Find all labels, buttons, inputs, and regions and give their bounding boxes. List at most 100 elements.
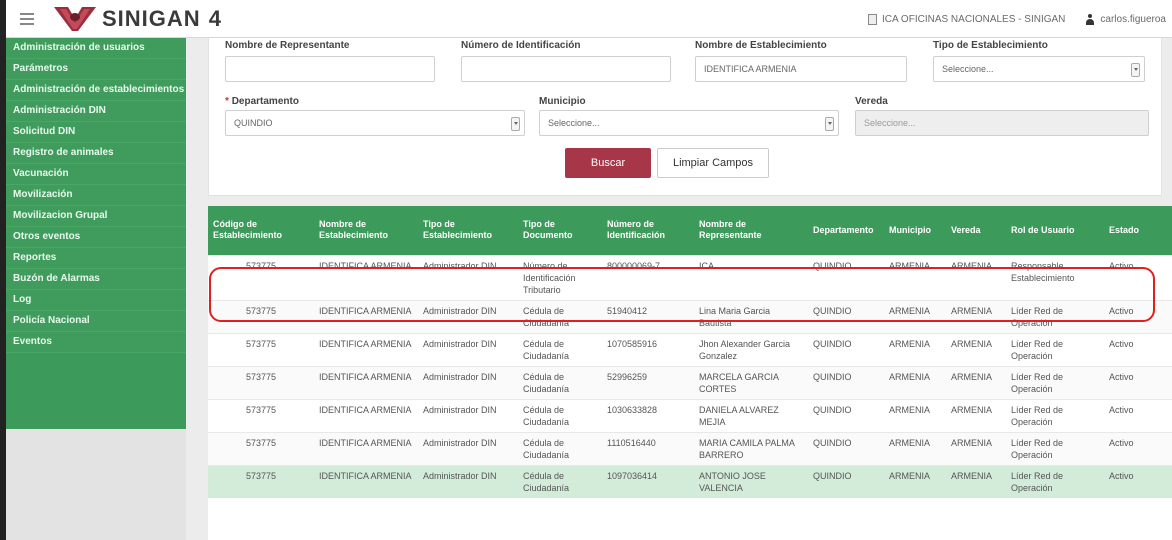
office-selector[interactable]: ICA OFICINAS NACIONALES - SINIGAN xyxy=(868,13,1066,25)
chevron-down-icon xyxy=(1131,63,1140,77)
cell-tipo-doc: Cédula de Ciudadanía xyxy=(518,332,602,366)
sidebar-item-movilizacion[interactable]: Movilización xyxy=(6,185,186,206)
sidebar-empty-area xyxy=(6,429,186,540)
required-marker: * xyxy=(225,96,229,107)
cell-codigo: 573775 xyxy=(208,332,314,366)
cell-tipo-doc: Cédula de Ciudadanía xyxy=(518,431,602,465)
id-number-input[interactable] xyxy=(461,56,671,82)
clear-fields-button[interactable]: Limpiar Campos xyxy=(657,148,769,178)
col-header-nombre-estab[interactable]: Nombre de Establecimiento xyxy=(314,206,418,255)
cell-codigo: 573775 xyxy=(208,398,314,432)
cell-rol: Líder Red de Operación xyxy=(1006,332,1104,366)
sidebar-item-reportes[interactable]: Reportes xyxy=(6,248,186,269)
cell-rol: Líder Red de Operación xyxy=(1006,464,1104,498)
sidebar-menu: Administración de usuarios Parámetros Ad… xyxy=(6,38,186,353)
sidebar-item-admin-establecimientos[interactable]: Administración de establecimientos xyxy=(6,80,186,101)
col-header-representante[interactable]: Nombre de Representante xyxy=(694,206,808,255)
col-header-num-id[interactable]: Número de Identificación xyxy=(602,206,694,255)
sidebar-item-otros-eventos[interactable]: Otros eventos xyxy=(6,227,186,248)
cell-estado: Activo xyxy=(1104,398,1172,432)
cell-representante: ANTONIO JOSE VALENCIA xyxy=(694,464,808,498)
cell-representante: DANIELA ALVAREZ MEJIA xyxy=(694,398,808,432)
cell-tipo-doc: Cédula de Ciudadanía xyxy=(518,464,602,498)
rep-name-label: Nombre de Representante xyxy=(225,40,350,51)
table-row-selected[interactable]: 573775 IDENTIFICA ARMENIA Administrador … xyxy=(208,464,1172,498)
estab-name-input[interactable]: IDENTIFICA ARMENIA xyxy=(695,56,907,82)
estab-name-label: Nombre de Establecimiento xyxy=(695,40,827,51)
col-header-rol[interactable]: Rol de Usuario xyxy=(1006,206,1104,255)
cell-tipo-estab: Administrador DIN xyxy=(418,365,518,399)
top-right-info: ICA OFICINAS NACIONALES - SINIGAN carlos… xyxy=(868,0,1166,38)
cell-codigo: 573775 xyxy=(208,365,314,399)
chevron-down-icon xyxy=(825,117,834,131)
table-row[interactable]: 573775 IDENTIFICA ARMENIA Administrador … xyxy=(208,398,1172,432)
vereda-label: Vereda xyxy=(855,96,888,107)
vereda-value: Seleccione... xyxy=(864,118,916,128)
muni-select[interactable]: Seleccione... xyxy=(539,110,839,136)
cell-num-id: 52996259 xyxy=(602,365,694,399)
cell-rol: Líder Red de Operación xyxy=(1006,431,1104,465)
dept-label-text: Departamento xyxy=(231,96,299,107)
cell-vereda: ARMENIA xyxy=(946,431,1006,465)
sidebar-item-policia-nacional[interactable]: Policía Nacional xyxy=(6,311,186,332)
col-header-estado[interactable]: Estado xyxy=(1104,206,1172,255)
app-name: SINIGAN xyxy=(102,5,201,31)
user-menu[interactable]: carlos.figueroa xyxy=(1085,13,1166,25)
sidebar-item-movilizacion-grupal[interactable]: Movilizacion Grupal xyxy=(6,206,186,227)
cell-nombre-estab: IDENTIFICA ARMENIA xyxy=(314,398,418,432)
cell-tipo-estab: Administrador DIN xyxy=(418,431,518,465)
col-header-vereda[interactable]: Vereda xyxy=(946,206,1006,255)
user-icon xyxy=(1085,13,1095,25)
rep-name-input[interactable] xyxy=(225,56,435,82)
user-name: carlos.figueroa xyxy=(1100,13,1166,25)
cell-tipo-estab: Administrador DIN xyxy=(418,464,518,498)
cell-departamento: QUINDIO xyxy=(808,464,884,498)
cell-nombre-estab: IDENTIFICA ARMENIA xyxy=(314,431,418,465)
vereda-select[interactable]: Seleccione... xyxy=(855,110,1149,136)
col-header-tipo-doc[interactable]: Tipo de Documento xyxy=(518,206,602,255)
cell-num-id: 1030633828 xyxy=(602,398,694,432)
col-header-municipio[interactable]: Municipio xyxy=(884,206,946,255)
sidebar-item-vacunacion[interactable]: Vacunación xyxy=(6,164,186,185)
dept-value: QUINDIO xyxy=(234,118,273,128)
sidebar-item-parametros[interactable]: Parámetros xyxy=(6,59,186,80)
col-header-tipo-estab[interactable]: Tipo de Establecimiento xyxy=(418,206,518,255)
col-header-departamento[interactable]: Departamento xyxy=(808,206,884,255)
table-row[interactable]: 573775 IDENTIFICA ARMENIA Administrador … xyxy=(208,431,1172,465)
hamburger-menu-icon[interactable] xyxy=(10,12,44,25)
cell-tipo-estab: Administrador DIN xyxy=(418,332,518,366)
col-header-codigo[interactable]: Código de Establecimiento xyxy=(208,206,314,255)
sidebar-item-buzon-alarmas[interactable]: Buzón de Alarmas xyxy=(6,269,186,290)
cell-nombre-estab: IDENTIFICA ARMENIA xyxy=(314,332,418,366)
sidebar-item-admin-din[interactable]: Administración DIN xyxy=(6,101,186,122)
cell-tipo-doc: Cédula de Ciudadanía xyxy=(518,365,602,399)
sidebar-item-admin-usuarios[interactable]: Administración de usuarios xyxy=(6,38,186,59)
cell-departamento: QUINDIO xyxy=(808,431,884,465)
cell-municipio: ARMENIA xyxy=(884,464,946,498)
table-row[interactable]: 573775 IDENTIFICA ARMENIA Administrador … xyxy=(208,332,1172,366)
table-row[interactable]: 573775 IDENTIFICA ARMENIA Administrador … xyxy=(208,365,1172,399)
cell-representante: MARCELA GARCIA CORTES xyxy=(694,365,808,399)
sidebar-item-log[interactable]: Log xyxy=(6,290,186,311)
search-form: Nombre de Representante Número de Identi… xyxy=(208,38,1162,196)
sidebar-item-eventos[interactable]: Eventos xyxy=(6,332,186,353)
results-table: Código de Establecimiento Nombre de Esta… xyxy=(208,206,1172,498)
search-button[interactable]: Buscar xyxy=(565,148,651,178)
dept-select[interactable]: QUINDIO xyxy=(225,110,525,136)
cell-estado: Activo xyxy=(1104,464,1172,498)
table-header-row: Código de Establecimiento Nombre de Esta… xyxy=(208,206,1172,255)
cell-departamento: QUINDIO xyxy=(808,365,884,399)
id-number-label: Número de Identificación xyxy=(461,40,581,51)
office-name: ICA OFICINAS NACIONALES - SINIGAN xyxy=(882,13,1066,25)
estab-type-select[interactable]: Seleccione... xyxy=(933,56,1145,82)
cell-num-id: 1097036414 xyxy=(602,464,694,498)
cell-codigo: 573775 xyxy=(208,464,314,498)
cell-municipio: ARMENIA xyxy=(884,332,946,366)
cell-vereda: ARMENIA xyxy=(946,464,1006,498)
highlight-annotation xyxy=(209,267,1155,322)
sinigan-logo-icon xyxy=(52,5,98,33)
sidebar-item-registro-animales[interactable]: Registro de animales xyxy=(6,143,186,164)
cell-num-id: 1070585916 xyxy=(602,332,694,366)
sidebar-item-solicitud-din[interactable]: Solicitud DIN xyxy=(6,122,186,143)
cell-vereda: ARMENIA xyxy=(946,365,1006,399)
